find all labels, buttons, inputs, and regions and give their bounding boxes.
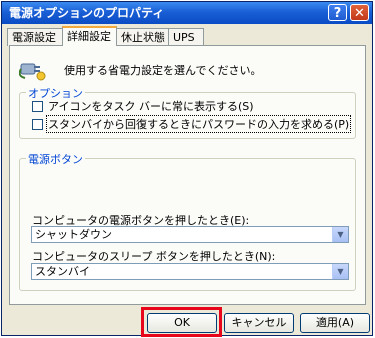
tab-power-schemes[interactable]: 電源設定 — [7, 28, 63, 46]
help-button[interactable]: ? — [328, 4, 347, 21]
window-title: 電源オプションのプロパティ — [9, 6, 165, 20]
prompt-password-label[interactable]: スタンバイから回復するときにパスワードの入力を求める(P) — [45, 115, 352, 133]
sleep-button-select[interactable]: スタンバイ ▼ — [31, 263, 349, 280]
description-text: 使用する省電力設定を選んでください。 — [64, 64, 262, 77]
always-show-icon-checkbox[interactable] — [32, 100, 43, 112]
prompt-password-checkbox[interactable] — [32, 118, 43, 130]
close-button[interactable]: ✕ — [350, 4, 369, 21]
apply-button[interactable]: 適用(A) — [300, 313, 370, 333]
title-bar[interactable]: 電源オプションのプロパティ ? ✕ — [2, 2, 372, 24]
power-button-selected-value: シャットダウン — [35, 228, 112, 241]
tab-advanced[interactable]: 詳細設定 — [62, 26, 117, 46]
always-show-icon-option[interactable]: アイコンをタスク バーに常に表示する(S) — [32, 99, 255, 113]
chevron-down-icon[interactable]: ▼ — [332, 227, 348, 242]
always-show-icon-label[interactable]: アイコンをタスク バーに常に表示する(S) — [47, 98, 255, 114]
prompt-password-option[interactable]: スタンバイから回復するときにパスワードの入力を求める(P) — [32, 115, 352, 133]
sleep-button-selected-value: スタンバイ — [35, 265, 90, 278]
chevron-down-icon[interactable]: ▼ — [332, 264, 348, 279]
sleep-button-label: コンピュータのスリープ ボタンを押したとき(N): — [32, 250, 276, 263]
power-button-select[interactable]: シャットダウン ▼ — [31, 226, 349, 243]
tab-ups[interactable]: UPS — [168, 28, 204, 46]
cancel-button[interactable]: キャンセル — [224, 313, 294, 333]
ok-button-highlight — [141, 307, 222, 337]
tab-hibernate[interactable]: 休止状態 — [116, 28, 169, 46]
power-buttons-group-title: 電源ボタン — [26, 151, 85, 167]
power-options-dialog: 電源オプションのプロパティ ? ✕ 電源設定 詳細設定 休止状態 UPS 使用す… — [1, 1, 373, 336]
power-plug-icon — [19, 63, 46, 81]
